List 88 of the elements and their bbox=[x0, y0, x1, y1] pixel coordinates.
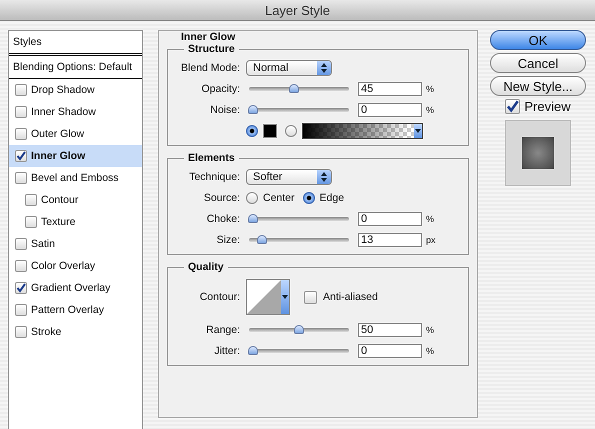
slider-thumb[interactable] bbox=[248, 104, 258, 114]
field-label: Technique: bbox=[188, 170, 241, 182]
field-label: Source: bbox=[202, 192, 241, 204]
slider[interactable] bbox=[248, 234, 350, 244]
list-item[interactable]: Bevel and Emboss bbox=[9, 167, 142, 189]
section-title: Structure bbox=[187, 43, 236, 55]
list-item[interactable]: Texture bbox=[9, 211, 142, 233]
field-label: Opacity: bbox=[200, 82, 241, 94]
list-item[interactable]: Inner Glow bbox=[9, 145, 142, 167]
slider[interactable] bbox=[248, 214, 350, 224]
radio-button[interactable] bbox=[285, 124, 297, 136]
list-header: Styles bbox=[9, 31, 142, 56]
checkbox[interactable] bbox=[15, 150, 27, 162]
checkbox[interactable] bbox=[15, 326, 27, 338]
input-field[interactable]: 45 bbox=[358, 82, 422, 96]
list-item[interactable]: Satin bbox=[9, 233, 142, 255]
dialog-button[interactable]: OK bbox=[490, 30, 586, 50]
list-item[interactable]: Contour bbox=[9, 189, 142, 211]
input-field[interactable]: 0 bbox=[358, 344, 422, 358]
gradient-picker[interactable] bbox=[302, 122, 423, 138]
checkbox-label: Preview bbox=[524, 99, 571, 114]
field-label: Choke: bbox=[206, 212, 241, 224]
list-item[interactable]: Color Overlay bbox=[9, 255, 142, 277]
dialog-button[interactable]: New Style... bbox=[490, 76, 586, 96]
slider[interactable] bbox=[248, 346, 350, 356]
list-item[interactable]: Gradient Overlay bbox=[9, 277, 142, 299]
radio-label: Edge bbox=[320, 192, 344, 204]
radio-button[interactable] bbox=[246, 192, 258, 204]
checkbox[interactable] bbox=[304, 290, 317, 304]
list-item[interactable]: Outer Glow bbox=[9, 123, 142, 145]
input-field[interactable]: 0 bbox=[358, 212, 422, 226]
field-label: Jitter: bbox=[213, 344, 241, 356]
unit-label: px bbox=[426, 234, 436, 244]
unit-label: % bbox=[426, 346, 434, 356]
field-label: Contour: bbox=[198, 291, 241, 303]
field-label: Blend Mode: bbox=[180, 62, 241, 74]
checkbox[interactable] bbox=[15, 84, 27, 96]
slider[interactable] bbox=[248, 84, 350, 94]
section-title: Quality bbox=[187, 261, 225, 273]
checkbox[interactable] bbox=[505, 99, 520, 114]
dialog-button[interactable]: Cancel bbox=[490, 53, 586, 73]
list-item[interactable]: Blending Options: Default bbox=[9, 56, 142, 79]
slider-thumb[interactable] bbox=[294, 324, 304, 334]
list-item[interactable]: Pattern Overlay bbox=[9, 299, 142, 321]
input-field[interactable]: 50 bbox=[358, 322, 422, 336]
unit-label: % bbox=[426, 214, 434, 224]
checkbox[interactable] bbox=[25, 194, 37, 206]
unit-label: % bbox=[426, 84, 434, 94]
field-label: Noise: bbox=[209, 104, 241, 116]
slider[interactable] bbox=[248, 324, 350, 334]
list-item[interactable]: Inner Shadow bbox=[9, 101, 142, 123]
caret-icon bbox=[414, 124, 422, 138]
checkbox[interactable] bbox=[15, 238, 27, 250]
checkbox[interactable] bbox=[15, 172, 27, 184]
window-title: Layer Style bbox=[264, 2, 330, 18]
field-label: Range: bbox=[205, 324, 241, 336]
checkbox[interactable] bbox=[15, 128, 27, 140]
unit-label: % bbox=[426, 324, 434, 334]
section-title: Elements bbox=[187, 152, 236, 164]
checkbox[interactable] bbox=[15, 106, 27, 118]
unit-label: % bbox=[426, 104, 434, 114]
slider-thumb[interactable] bbox=[257, 234, 268, 244]
checkbox-label: Anti-aliased bbox=[323, 291, 378, 303]
slider[interactable] bbox=[248, 104, 350, 114]
radio-button[interactable] bbox=[302, 192, 315, 204]
slider-thumb[interactable] bbox=[248, 346, 258, 354]
checkbox[interactable] bbox=[15, 304, 27, 316]
field-label: Size: bbox=[216, 234, 241, 246]
slider-thumb[interactable] bbox=[289, 84, 300, 92]
preview-square bbox=[522, 137, 554, 169]
list-item[interactable]: Stroke bbox=[9, 321, 142, 343]
checkbox[interactable] bbox=[25, 216, 37, 228]
dropdown[interactable]: Normal bbox=[246, 60, 332, 76]
stepper-icon bbox=[317, 60, 331, 74]
input-field[interactable]: 13 bbox=[358, 232, 422, 246]
input-field[interactable]: 0 bbox=[358, 102, 422, 116]
dropdown[interactable]: Softer bbox=[246, 168, 332, 184]
list-item[interactable]: Drop Shadow bbox=[9, 79, 142, 101]
radio-button[interactable] bbox=[246, 124, 258, 136]
radio-label: Center bbox=[263, 192, 295, 204]
checkbox[interactable] bbox=[15, 260, 27, 272]
color-swatch[interactable] bbox=[263, 124, 277, 138]
stepper-icon bbox=[317, 170, 331, 184]
group-title: Inner Glow bbox=[180, 31, 236, 43]
caret-icon bbox=[281, 280, 289, 314]
slider-thumb[interactable] bbox=[248, 214, 258, 222]
checkbox[interactable] bbox=[15, 282, 27, 294]
contour-picker[interactable] bbox=[246, 279, 290, 315]
